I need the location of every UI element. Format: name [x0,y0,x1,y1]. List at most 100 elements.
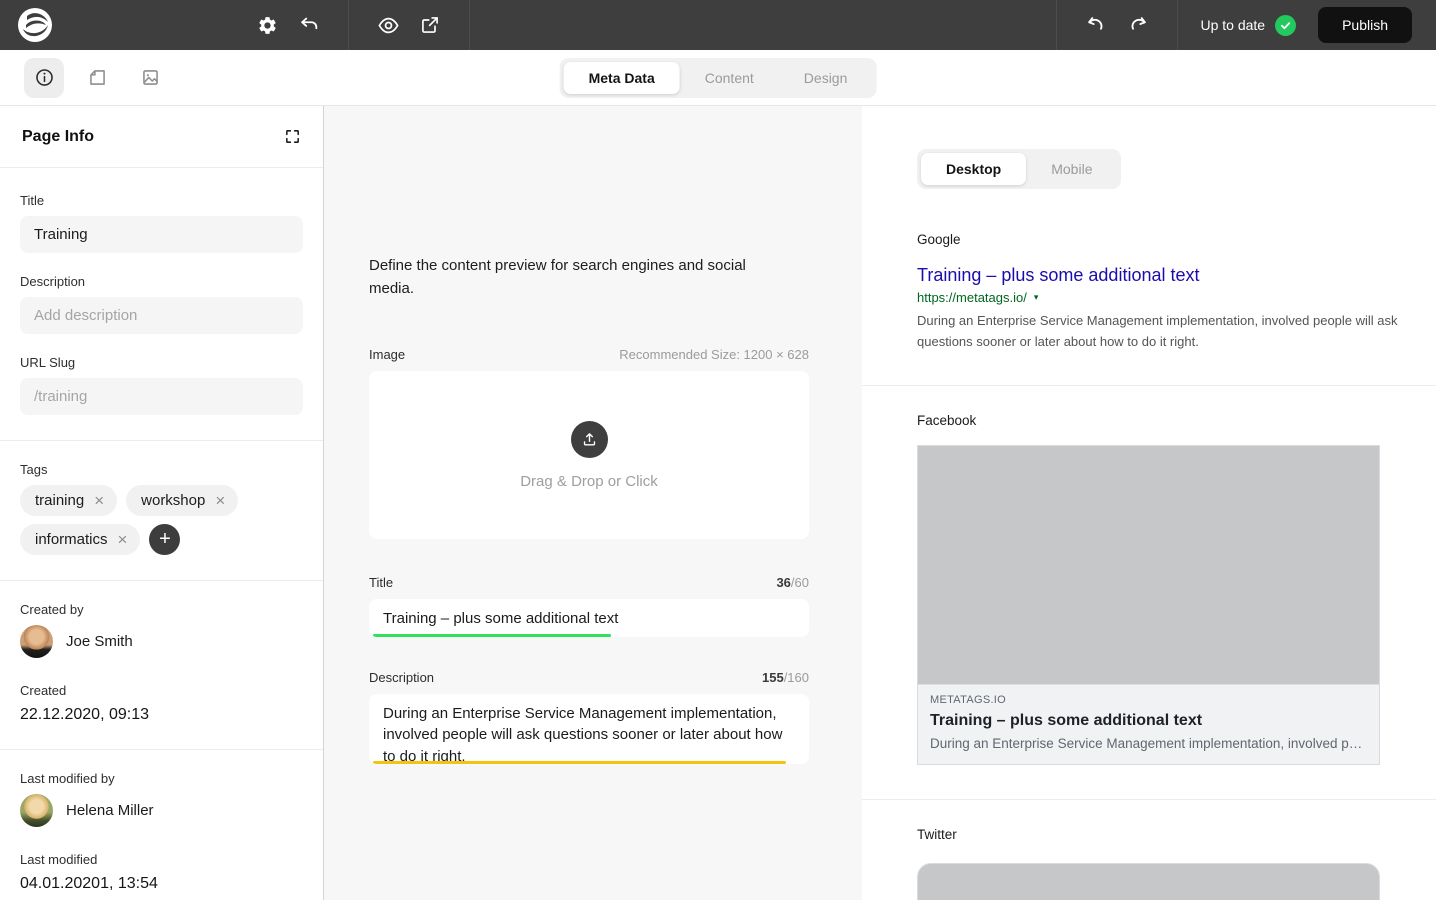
tab-meta-data[interactable]: Meta Data [564,62,680,94]
meta-data-editor: Define the content preview for search en… [324,106,862,900]
document-page-icon [87,67,108,88]
topbar-history-group [1057,0,1177,50]
google-result-title: Training – plus some additional text [917,265,1436,286]
page-info-sidebar: Page Info Title Description URL Slug [0,106,324,900]
meta-description-input[interactable]: During an Enterprise Service Management … [369,694,809,764]
image-label-row: Image Recommended Size: 1200 × 628 [369,347,809,362]
app-logo-button[interactable] [17,7,53,43]
url-slug-field-label: URL Slug [20,355,303,370]
add-tag-button[interactable]: + [149,524,180,555]
facebook-image-placeholder [918,446,1379,684]
facebook-description: During an Enterprise Service Management … [930,736,1367,751]
google-result-url-row: https://metatags.io/ ▾ [917,290,1436,305]
upload-icon [571,421,608,458]
tag-label: informatics [35,531,108,548]
image-dropzone[interactable]: Drag & Drop or Click [369,371,809,539]
twitter-image-placeholder [917,863,1380,900]
top-bar: Up to date Publish [0,0,1436,50]
meta-title-card [369,599,809,637]
description-underline [373,761,786,764]
tag-label: workshop [141,492,205,509]
meta-title-label: Title [369,575,393,590]
sidebar-body: Title Description URL Slug Tags training… [0,168,323,893]
external-link-icon [420,15,440,35]
twitter-preview-section: Twitter [862,799,1436,900]
description-char-max: /160 [784,670,809,685]
title-char-max: /60 [791,575,809,590]
avatar [20,794,53,827]
publish-button[interactable]: Publish [1318,7,1412,43]
url-slug-field-group: URL Slug [20,355,303,415]
page-info-tool-button[interactable] [24,58,64,98]
preview-button[interactable] [375,12,401,38]
sidebar-divider [0,749,323,750]
facebook-preview-section: Facebook METATAGS.IO Training – plus som… [862,385,1436,799]
google-result-description: During an Enterprise Service Management … [917,311,1422,353]
title-char-count: 36 [776,575,790,590]
device-toggle-mobile[interactable]: Mobile [1026,153,1117,185]
facebook-domain: METATAGS.IO [930,694,1367,706]
image-label: Image [369,347,405,362]
dropzone-text: Drag & Drop or Click [520,473,658,490]
meta-title-input[interactable] [369,599,809,637]
check-circle-icon [1275,15,1296,36]
meta-description-card: During an Enterprise Service Management … [369,694,809,764]
open-external-button[interactable] [417,12,443,38]
redo-button[interactable] [1125,12,1151,38]
preview-panel: Desktop Mobile Google Training – plus so… [862,106,1436,900]
fullscreen-expand-icon [284,128,301,145]
remove-tag-button[interactable]: × [118,531,128,548]
last-modified-date: 04.01.20201, 13:54 [20,875,303,893]
topbar-settings-group [228,0,348,50]
redo-icon [1127,14,1149,36]
sidebar-divider [0,440,323,441]
page-content-tool-button[interactable] [77,58,117,98]
remove-tag-button[interactable]: × [94,492,104,509]
google-result-url: https://metatags.io/ [917,290,1027,305]
description-input[interactable] [20,297,303,334]
facebook-card-footer: METATAGS.IO Training – plus some additio… [918,684,1379,764]
tab-design[interactable]: Design [779,62,873,94]
device-toggle-desktop[interactable]: Desktop [921,153,1026,185]
undo-button[interactable] [1083,12,1109,38]
topbar-preview-group [349,0,469,50]
publish-status: Up to date [1178,15,1318,36]
last-modified-by-person: Helena Miller [20,794,303,827]
facebook-title: Training – plus some additional text [930,712,1367,730]
status-text: Up to date [1200,17,1265,33]
meta-title-label-row: Title 36/60 [369,575,809,590]
meta-description-counter: 155/160 [762,670,809,685]
sidebar-heading: Page Info [22,128,94,146]
google-preview-section: Desktop Mobile Google Training – plus so… [862,106,1436,385]
remove-tag-button[interactable]: × [215,492,225,509]
tab-content[interactable]: Content [680,62,779,94]
title-underline [373,634,611,637]
url-slug-input[interactable] [20,378,303,415]
editor-intro-text: Define the content preview for search en… [369,255,771,300]
tag-pill-workshop: workshop × [126,485,238,516]
facebook-preview-card: METATAGS.IO Training – plus some additio… [917,445,1380,765]
back-undo-button[interactable] [296,12,322,38]
title-field-label: Title [20,193,303,208]
image-picture-icon [140,67,161,88]
settings-button[interactable] [254,12,280,38]
back-arrow-icon [298,14,320,36]
undo-icon [1085,14,1107,36]
created-by-label: Created by [20,602,303,617]
meta-description-label: Description [369,670,434,685]
tags-list: training × workshop × informatics × + [20,485,250,555]
page-image-tool-button[interactable] [130,58,170,98]
expand-sidebar-button[interactable] [284,128,301,145]
page-toolbar: Meta Data Content Design [0,50,1436,106]
info-circle-icon [34,67,55,88]
tag-label: training [35,492,84,509]
created-by-person: Joe Smith [20,625,303,658]
facebook-section-label: Facebook [917,413,1436,428]
last-modified-by-name: Helena Miller [66,802,154,819]
device-toggle: Desktop Mobile [917,149,1121,189]
title-input[interactable] [20,216,303,253]
main-area: Page Info Title Description URL Slug [0,106,1436,900]
meta-description-label-row: Description 155/160 [369,670,809,685]
last-modified-by-label: Last modified by [20,771,303,786]
description-field-label: Description [20,274,303,289]
